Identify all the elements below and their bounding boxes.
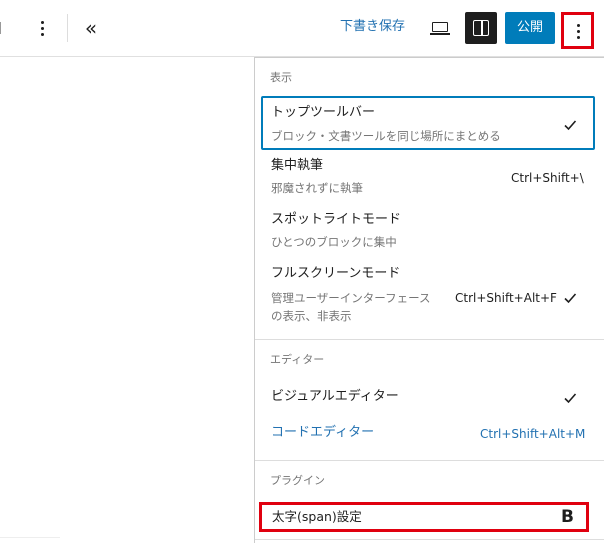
menu-item-title: ビジュアルエディター [271,389,399,404]
block-options-icon[interactable] [30,16,54,40]
menu-item-visual-editor[interactable]: ビジュアルエディター [261,382,595,414]
menu-item-description: ひとつのブロックに集中 [271,235,397,249]
bold-icon: B [561,507,574,527]
editor-group-label: エディター [270,353,325,366]
menu-item-shortcut: Ctrl+Shift+Alt+F [455,291,557,305]
options-button[interactable] [561,12,594,49]
menu-item-spotlight-mode[interactable]: スポットライトモード ひとつのブロックに集中 [261,208,595,258]
options-menu: 表示 トップツールバー ブロック・文書ツールを同じ場所にまとめる 集中執筆 邪魔… [254,57,604,543]
save-draft-button[interactable]: 下書き保存 [340,17,405,37]
menu-item-shortcut: Ctrl+Shift+\ [511,171,584,185]
view-group-label: 表示 [270,71,292,84]
menu-item-fullscreen-mode[interactable]: フルスクリーンモード 管理ユーザーインターフェースの表示、非表示 Ctrl+Sh… [261,262,595,332]
menu-divider [255,539,604,540]
toolbar-left-edge [0,22,4,34]
vertical-ellipsis-icon [569,21,587,41]
menu-item-top-toolbar[interactable]: トップツールバー ブロック・文書ツールを同じ場所にまとめる [261,96,595,150]
laptop-icon [432,22,448,32]
menu-item-title: スポットライトモード [271,212,402,227]
menu-item-description: 管理ユーザーインターフェースの表示、非表示 [271,291,431,323]
preview-button[interactable] [427,15,453,41]
menu-item-code-editor[interactable]: コードエディター Ctrl+Shift+Alt+M [261,418,595,450]
menu-item-title: 集中執筆 [271,158,324,173]
menu-item-distraction-free[interactable]: 集中執筆 邪魔されずに執筆 Ctrl+Shift+\ [261,154,595,204]
menu-item-title: トップツールバー [271,105,376,120]
publish-button[interactable]: 公開 [505,12,555,44]
menu-divider [255,460,604,461]
canvas-edge [0,537,60,538]
settings-button[interactable] [465,12,497,44]
menu-item-shortcut: Ctrl+Shift+Alt+M [480,427,586,441]
menu-item-title: フルスクリーンモード [271,266,401,281]
menu-item-description: ブロック・文書ツールを同じ場所にまとめる [271,129,501,143]
menu-item-title: コードエディター [271,425,375,440]
checkmark-icon [563,391,577,405]
checkmark-icon [563,118,577,132]
collapse-toolbar-icon[interactable]: « [79,15,103,41]
menu-item-description: 邪魔されずに執筆 [271,181,363,195]
plugin-group-label: プラグイン [270,474,325,487]
checkmark-icon [563,291,577,305]
menu-divider [255,339,604,340]
editor-toolbar: « 下書き保存 公開 [0,0,604,57]
menu-item-bold-span-settings[interactable]: 太字(span)設定 B [259,502,589,532]
toolbar-divider [67,14,68,42]
menu-item-title: 太字(span)設定 [272,509,362,524]
